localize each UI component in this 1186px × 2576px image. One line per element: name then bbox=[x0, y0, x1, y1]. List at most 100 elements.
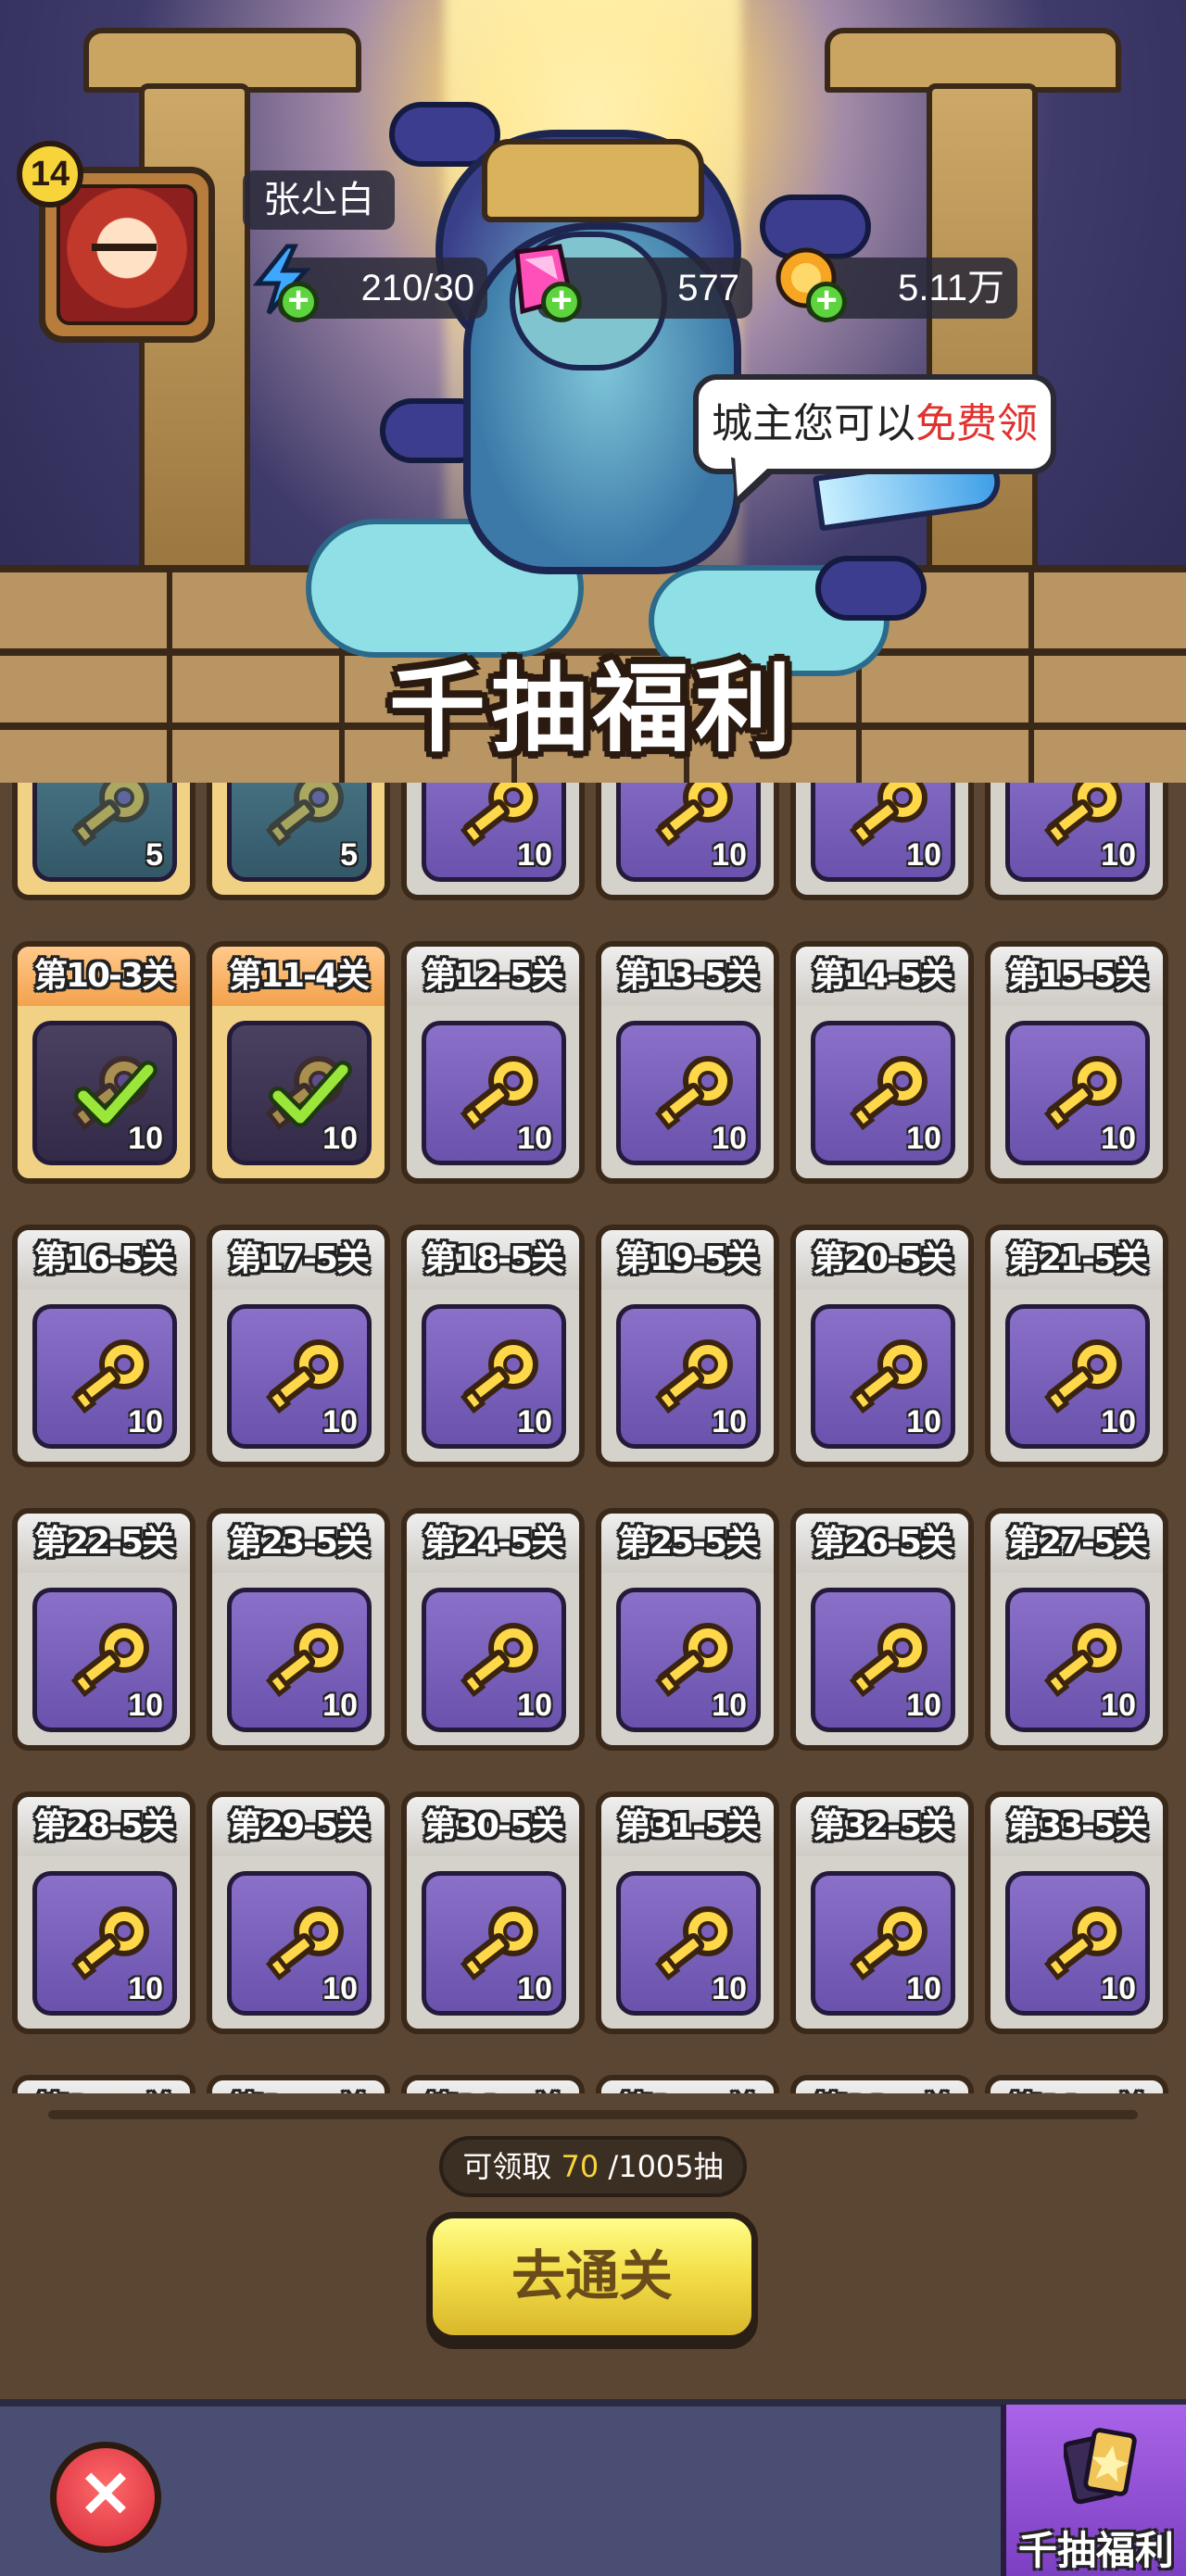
reward-card-stage[interactable]: 第18-5关 10 bbox=[401, 1225, 585, 1467]
reward-card-stage[interactable]: 第15-5关 10 bbox=[985, 941, 1168, 1184]
speech-text: 城主您可以 bbox=[712, 400, 915, 447]
reward-card-stage[interactable]: 第14-5关 10 bbox=[790, 941, 974, 1184]
reward-quantity: 10 bbox=[1101, 1971, 1136, 2006]
reward-card[interactable]: 10 bbox=[596, 783, 779, 900]
stage-label: 第16-5关 bbox=[18, 1230, 190, 1289]
reward-card-stage[interactable]: 第35-5关 bbox=[207, 2075, 390, 2093]
stage-label: 第22-5关 bbox=[18, 1514, 190, 1573]
reward-card-stage[interactable]: 第20-5关 10 bbox=[790, 1225, 974, 1467]
reward-row: 第10-3关 10 第11-4关 10 第12-5关 10 第13-5关 10 第14-5关 10… bbox=[12, 941, 1174, 1225]
reward-card-stage[interactable]: 第26-5关 10 bbox=[790, 1508, 974, 1751]
reward-card-stage[interactable]: 第31-5关 10 bbox=[596, 1791, 779, 2034]
reward-card-stage[interactable]: 第34-5关 bbox=[12, 2075, 196, 2093]
reward-card-stage[interactable]: 第10-3关 10 bbox=[12, 941, 196, 1184]
reward-card-stage[interactable]: 第25-5关 10 bbox=[596, 1508, 779, 1751]
stage-label: 第24-5关 bbox=[407, 1514, 579, 1573]
reward-card-stage[interactable]: 第27-5关 10 bbox=[985, 1508, 1168, 1751]
reward-card-stage[interactable]: 第17-5关 10 bbox=[207, 1225, 390, 1467]
tab-qianchou-fuli[interactable]: 千抽福利 bbox=[1001, 2405, 1186, 2576]
reward-card-stage[interactable]: 第22-5关 10 bbox=[12, 1508, 196, 1751]
stage-label: 第23-5关 bbox=[212, 1514, 385, 1573]
reward-item: 10 bbox=[227, 1588, 372, 1732]
reward-quantity: 10 bbox=[1101, 1404, 1136, 1439]
reward-item: 10 bbox=[811, 1588, 955, 1732]
reward-item: 10 bbox=[422, 1588, 566, 1732]
golden-key-icon bbox=[70, 783, 149, 848]
reward-item: 10 bbox=[227, 1304, 372, 1449]
reward-row: 第16-5关 10 第17-5关 10 第18-5关 10 第19-5关 10 第20-5关 10… bbox=[12, 1225, 1174, 1508]
stage-label: 第36-5关 bbox=[407, 2080, 579, 2093]
stage-label: 第11-4关 bbox=[212, 947, 385, 1006]
stage-label: 第28-5关 bbox=[18, 1797, 190, 1856]
close-button[interactable]: ✕ bbox=[50, 2442, 161, 2553]
cards-icon bbox=[1064, 2428, 1137, 2505]
reward-card-stage[interactable]: 第19-5关 10 bbox=[596, 1225, 779, 1467]
reward-card[interactable]: 10 bbox=[790, 783, 974, 900]
reward-card-stage[interactable]: 第36-5关 bbox=[401, 2075, 585, 2093]
reward-card-stage[interactable]: 第32-5关 10 bbox=[790, 1791, 974, 2034]
divider bbox=[48, 2110, 1138, 2119]
reward-quantity: 10 bbox=[517, 1121, 552, 1156]
add-energy-button[interactable]: + bbox=[278, 282, 319, 322]
stage-label: 第33-5关 bbox=[990, 1797, 1163, 1856]
reward-card[interactable]: 10 bbox=[985, 783, 1168, 900]
reward-card-stage[interactable]: 第33-5关 10 bbox=[985, 1791, 1168, 2034]
stage-label: 第37-5关 bbox=[601, 2080, 774, 2093]
reward-card-stage[interactable]: 第28-5关 10 bbox=[12, 1791, 196, 2034]
stage-label: 第13-5关 bbox=[601, 947, 774, 1006]
add-coins-button[interactable]: + bbox=[806, 282, 847, 322]
snake bbox=[815, 556, 927, 621]
reward-item: 10 bbox=[616, 1871, 761, 2016]
reward-card-stage[interactable]: 第38-5关 bbox=[790, 2075, 974, 2093]
player-name: 张尐白 bbox=[243, 170, 395, 230]
reward-grid[interactable]: 5 5 10 10 10 10 第10-3关 10 第11-4关 10 第12-5关 10 第13-5关… bbox=[0, 783, 1186, 2093]
go-clear-stage-button[interactable]: 去通关 bbox=[426, 2212, 758, 2342]
reward-item: 10 bbox=[1005, 1588, 1150, 1732]
coin-value: 5.11万 bbox=[898, 268, 1004, 308]
reward-quantity: 10 bbox=[128, 1404, 163, 1439]
reward-card-stage[interactable]: 第21-5关 10 bbox=[985, 1225, 1168, 1467]
bottom-nav: ✕ 千抽福利 bbox=[0, 2399, 1186, 2576]
speech-highlight: 免费领 bbox=[915, 400, 1038, 447]
reward-card[interactable]: 10 bbox=[401, 783, 585, 900]
reward-item: 10 bbox=[811, 1021, 955, 1165]
reward-card-stage[interactable]: 第37-5关 bbox=[596, 2075, 779, 2093]
reward-card[interactable]: 5 bbox=[12, 783, 196, 900]
reward-card-stage[interactable]: 第23-5关 10 bbox=[207, 1508, 390, 1751]
reward-card-stage[interactable]: 第30-5关 10 bbox=[401, 1791, 585, 2034]
add-gems-button[interactable]: + bbox=[541, 282, 582, 322]
reward-row-partial: 5 5 10 10 10 10 bbox=[12, 783, 1174, 941]
reward-card-stage[interactable]: 第29-5关 10 bbox=[207, 1791, 390, 2034]
reward-quantity: 10 bbox=[906, 837, 941, 873]
avatar-portrait bbox=[57, 184, 197, 325]
reward-card-stage[interactable]: 第24-5关 10 bbox=[401, 1508, 585, 1751]
reward-card-stage[interactable]: 第11-4关 10 bbox=[207, 941, 390, 1184]
stage-label: 第29-5关 bbox=[212, 1797, 385, 1856]
gem-value: 577 bbox=[677, 268, 739, 308]
reward-item: 10 bbox=[616, 1021, 761, 1165]
reward-quantity: 10 bbox=[712, 1121, 747, 1156]
reward-card-stage[interactable]: 第39-5关 bbox=[985, 2075, 1168, 2093]
stage-label: 第15-5关 bbox=[990, 947, 1163, 1006]
reward-item: 10 bbox=[616, 1304, 761, 1449]
reward-item: 10 bbox=[422, 1021, 566, 1165]
golden-key-icon bbox=[265, 783, 344, 848]
reward-quantity: 10 bbox=[712, 1971, 747, 2006]
stage-label: 第17-5关 bbox=[212, 1230, 385, 1289]
reward-card-stage[interactable]: 第16-5关 10 bbox=[12, 1225, 196, 1467]
stage-label: 第12-5关 bbox=[407, 947, 579, 1006]
reward-card[interactable]: 5 bbox=[207, 783, 390, 900]
reward-quantity: 10 bbox=[322, 1121, 358, 1156]
stage-label: 第30-5关 bbox=[407, 1797, 579, 1856]
reward-card-stage[interactable]: 第13-5关 10 bbox=[596, 941, 779, 1184]
reward-item: 5 bbox=[227, 783, 372, 882]
reward-card-stage[interactable]: 第12-5关 10 bbox=[401, 941, 585, 1184]
reward-item: 10 bbox=[1005, 783, 1150, 882]
reward-quantity: 10 bbox=[1101, 1688, 1136, 1723]
stage-label: 第26-5关 bbox=[796, 1514, 968, 1573]
reward-quantity: 10 bbox=[906, 1121, 941, 1156]
reward-item: 10 bbox=[811, 1871, 955, 2016]
reward-item: 10 bbox=[32, 1871, 177, 2016]
reward-quantity: 10 bbox=[322, 1971, 358, 2006]
reward-item: 10 bbox=[1005, 1021, 1150, 1165]
